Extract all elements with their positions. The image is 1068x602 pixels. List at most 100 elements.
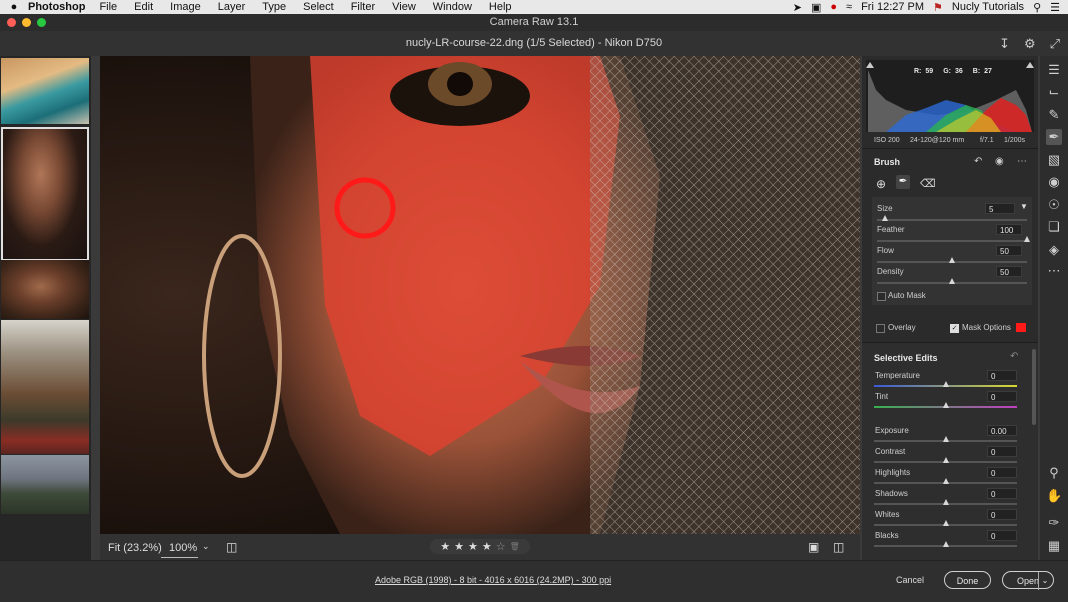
chevron-down-icon[interactable]: ⌄ [202,541,210,552]
menu-image[interactable]: Image [170,1,201,13]
menu-view[interactable]: View [392,1,416,13]
open-button[interactable]: Open ⌄ [1002,571,1054,590]
wifi-icon[interactable]: ≈ [846,1,852,13]
menu-window[interactable]: Window [433,1,472,13]
menu-edit[interactable]: Edit [134,1,153,13]
gradient-icon[interactable]: ▧ [1046,152,1062,168]
flag-icon[interactable]: ⚑ [933,1,943,14]
open-dropdown-icon[interactable]: ⌄ [1038,572,1051,590]
eraser-icon[interactable]: ⌫ [920,177,936,190]
close-window-button[interactable] [7,18,16,27]
eye-icon[interactable]: ◉ [995,156,1004,167]
star-rating[interactable]: ★ ★ ★ ★ ☆ 🗑 [430,539,530,554]
location-icon[interactable]: ➤ [793,1,802,14]
more-tools-icon[interactable]: ⋯ [1046,263,1062,279]
auto-mask-checkbox[interactable] [877,292,886,301]
rating-star[interactable]: ★ [482,540,492,553]
before-after-icon[interactable]: ◫ [833,540,844,554]
apple-icon[interactable]: ● [0,1,28,13]
sliders-icon[interactable]: ☰ [1046,62,1062,78]
selective-slider-handle[interactable] [942,541,949,547]
image-canvas[interactable] [100,56,860,534]
mask-options-checkbox[interactable]: ✓ [950,324,959,333]
menu-select[interactable]: Select [303,1,334,13]
flow-input[interactable]: 50 [996,245,1022,256]
view-single-icon[interactable]: ▣ [808,540,819,554]
menu-file[interactable]: File [99,1,117,13]
selective-slider-value[interactable]: 0 [987,488,1017,499]
selective-slider-value[interactable]: 0 [987,467,1017,478]
menu-filter[interactable]: Filter [351,1,375,13]
mask-color-swatch[interactable] [1016,323,1026,332]
selective-slider-value[interactable]: 0.00 [987,425,1017,436]
filmstrip-thumbnail[interactable] [1,455,89,514]
zoom-tool-icon[interactable]: ⚲ [1046,465,1062,481]
record-icon[interactable]: ● [830,1,837,13]
feather-slider-handle[interactable] [1024,236,1030,242]
selective-slider-value[interactable]: 0 [987,391,1017,402]
filmstrip-thumbnail-selected[interactable] [1,127,89,261]
feather-input[interactable]: 100 [996,224,1022,235]
size-input[interactable]: 5 [985,203,1015,214]
selective-slider-handle[interactable] [942,381,949,387]
crop-icon[interactable]: ⌙ [1046,84,1062,100]
filmstrip-thumbnail[interactable] [1,320,89,454]
color-sampler-icon[interactable]: ✑ [1046,515,1062,531]
hand-tool-icon[interactable]: ✋ [1046,488,1062,504]
filmstrip-thumbnail[interactable] [1,260,89,319]
menu-type[interactable]: Type [262,1,286,13]
selective-slider-handle[interactable] [942,520,949,526]
selective-slider-handle[interactable] [942,478,949,484]
rating-star[interactable]: ★ [468,540,478,553]
save-icon[interactable]: ↧ [999,31,1010,56]
size-track[interactable] [877,219,1027,221]
reset-icon[interactable]: ↶ [974,156,982,167]
density-slider-handle[interactable] [949,278,955,284]
feather-track[interactable] [877,240,1027,242]
fullscreen-icon[interactable]: ⤢ [1050,31,1060,56]
presets-icon[interactable]: ◈ [1046,242,1062,258]
zoom-mode-icon[interactable]: ◫ [226,540,237,554]
selective-slider-value[interactable]: 0 [987,530,1017,541]
selective-slider-value[interactable]: 0 [987,370,1017,381]
minimize-window-button[interactable] [22,18,31,27]
gear-icon[interactable]: ⚙ [1024,31,1036,56]
adjustment-brush-icon[interactable]: ✒ [1046,129,1062,145]
healing-icon[interactable]: ✎ [1046,107,1062,123]
more-options-icon[interactable]: ⋯ [1017,156,1027,167]
user-name[interactable]: Nucly Tutorials [952,1,1024,13]
selective-slider-handle[interactable] [942,499,949,505]
selective-slider-handle[interactable] [942,402,949,408]
selective-slider-handle[interactable] [942,436,949,442]
menu-help[interactable]: Help [489,1,512,13]
snapshots-icon[interactable]: ❏ [1046,219,1062,235]
red-eye-icon[interactable]: ☉ [1046,197,1062,213]
reset-edits-icon[interactable]: ↶ [1010,351,1018,362]
add-brush-icon[interactable]: ⊕ [876,177,886,191]
control-center-icon[interactable]: ☰ [1050,1,1060,14]
zoom-level-select[interactable]: 100% [169,542,197,554]
selective-slider-value[interactable]: 0 [987,509,1017,520]
cancel-button[interactable]: Cancel [896,575,924,585]
menu-app-name[interactable]: Photoshop [28,1,85,13]
flow-slider-handle[interactable] [949,257,955,263]
workflow-options-link[interactable]: Adobe RGB (1998) - 8 bit - 4016 x 6016 (… [375,575,611,585]
zoom-window-button[interactable] [37,18,46,27]
rating-star[interactable]: ★ [454,540,464,553]
overlay-checkbox[interactable] [876,324,885,333]
fit-zoom-button[interactable]: Fit (23.2%) [108,542,162,554]
density-input[interactable]: 50 [996,266,1022,277]
menu-layer[interactable]: Layer [218,1,246,13]
panel-scrollbar[interactable] [1032,349,1036,425]
search-icon[interactable]: ⚲ [1033,1,1041,14]
trash-icon[interactable]: 🗑 [510,542,520,551]
selective-slider-handle[interactable] [942,457,949,463]
size-dropdown-icon[interactable]: ▼ [1020,202,1028,211]
done-button[interactable]: Done [944,571,991,589]
filmstrip-thumbnail[interactable] [1,58,89,124]
size-slider-handle[interactable] [881,215,888,221]
rating-star[interactable]: ★ [440,540,450,553]
grid-icon[interactable]: ▦ [1046,538,1062,554]
display-icon[interactable]: ▣ [811,1,821,14]
clock[interactable]: Fri 12:27 PM [861,1,924,13]
